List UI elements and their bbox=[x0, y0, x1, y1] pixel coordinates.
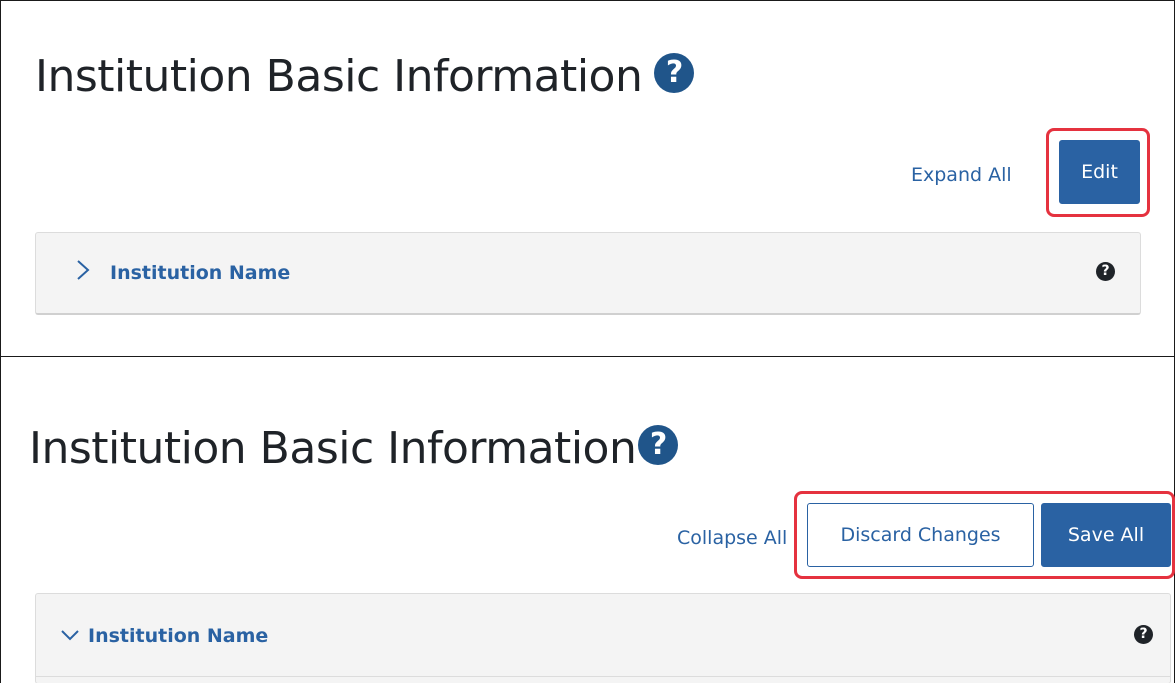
institution-name-accordion: Institution Name ? bbox=[35, 232, 1141, 315]
question-circle-icon[interactable]: ? bbox=[1096, 262, 1115, 281]
page-title-text: Institution Basic Information bbox=[29, 423, 637, 474]
chevron-down-icon bbox=[60, 624, 80, 646]
page-title-text: Institution Basic Information bbox=[35, 51, 643, 102]
save-all-button[interactable]: Save All bbox=[1041, 503, 1171, 567]
accordion-divider bbox=[36, 676, 1170, 677]
institution-name-accordion-header[interactable]: Institution Name ? bbox=[36, 233, 1140, 313]
question-circle-icon[interactable]: ? bbox=[1134, 625, 1153, 644]
chevron-right-icon bbox=[76, 259, 90, 285]
question-circle-icon[interactable]: ? bbox=[638, 425, 679, 465]
edit-button[interactable]: Edit bbox=[1059, 140, 1140, 204]
page-title: Institution Basic Information? bbox=[29, 423, 679, 474]
collapse-all-link[interactable]: Collapse All bbox=[677, 527, 787, 549]
institution-basic-info-view-panel: Institution Basic Information? Expand Al… bbox=[0, 0, 1175, 357]
institution-name-accordion-header[interactable]: Institution Name ? bbox=[36, 594, 1170, 674]
question-circle-icon[interactable]: ? bbox=[654, 53, 695, 93]
accordion-title: Institution Name bbox=[88, 625, 269, 647]
page-title: Institution Basic Information? bbox=[35, 51, 695, 102]
expand-all-link[interactable]: Expand All bbox=[911, 164, 1012, 186]
discard-changes-button[interactable]: Discard Changes bbox=[807, 503, 1034, 567]
institution-name-accordion: Institution Name ? bbox=[35, 593, 1171, 683]
institution-basic-info-edit-panel: Institution Basic Information? Collapse … bbox=[0, 356, 1175, 683]
accordion-title: Institution Name bbox=[110, 262, 291, 284]
